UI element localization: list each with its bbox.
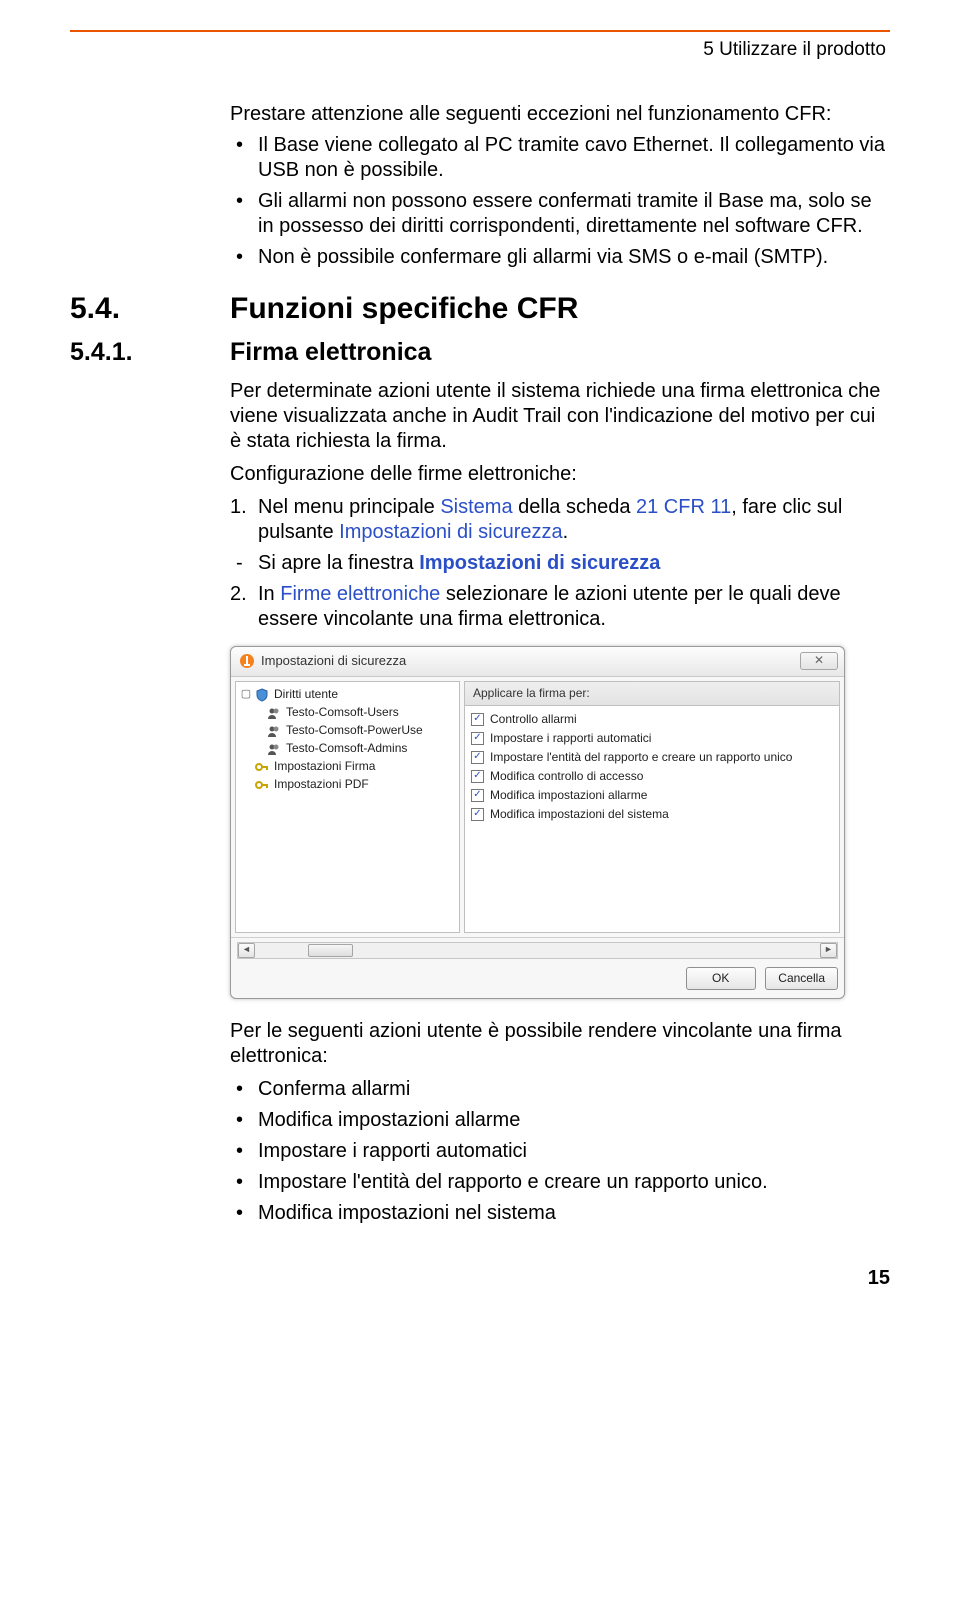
text: della scheda <box>513 496 636 518</box>
text: . <box>563 521 569 543</box>
dialog-bottom: ◄ ► OK Cancella <box>231 937 844 998</box>
collapse-icon[interactable]: ▢ <box>240 688 252 702</box>
page: 5 Utilizzare il prodotto Prestare attenz… <box>0 0 960 1331</box>
section-5-4-1: 5.4.1. Firma elettronica <box>70 337 890 368</box>
users-icon <box>266 705 282 721</box>
ok-button[interactable]: OK <box>686 967 756 990</box>
users-icon <box>266 741 282 757</box>
shield-icon <box>254 687 270 703</box>
chapter-header: 5 Utilizzare il prodotto <box>70 38 890 62</box>
intro-block: Prestare attenzione alle seguenti eccezi… <box>230 102 890 270</box>
tree-item[interactable]: Testo-Comsoft-Admins <box>238 740 457 758</box>
tree-label: Testo-Comsoft-Users <box>286 705 399 720</box>
header-rule <box>70 30 890 32</box>
checkbox-row[interactable]: ✓ Impostare l'entità del rapporto e crear… <box>471 748 833 767</box>
section-body: Per determinate azioni utente il sistema… <box>230 379 890 1226</box>
text: Si apre la finestra <box>258 552 419 574</box>
intro-bullet: Il Base viene collegato al PC tramite ca… <box>230 133 890 183</box>
dialog-titlebar[interactable]: Impostazioni di sicurezza ✕ <box>231 647 844 677</box>
checkbox-label: Modifica impostazioni allarme <box>490 788 647 803</box>
tree-label: Testo-Comsoft-Admins <box>286 741 407 756</box>
step-2: 2. In Firme elettroniche selezionare le … <box>230 582 890 632</box>
key-icon <box>254 759 270 775</box>
step-number: 1. <box>230 495 247 520</box>
checkbox-row[interactable]: ✓ Impostare i rapporti automatici <box>471 729 833 748</box>
section-number: 5.4.1. <box>70 337 230 368</box>
tree-label: Impostazioni Firma <box>274 759 375 774</box>
step-1: 1. Nel menu principale Sistema della sch… <box>230 495 890 545</box>
text: In <box>258 583 280 605</box>
intro-bullet: Non è possibile confermare gli allarmi v… <box>230 245 890 270</box>
after-bullet: Conferma allarmi <box>230 1077 890 1102</box>
ui-ref: Impostazioni di sicurezza <box>419 552 660 574</box>
checkbox-row[interactable]: ✓ Modifica impostazioni del sistema <box>471 805 833 824</box>
right-header: Applicare la firma per: <box>464 681 840 706</box>
scrollbar[interactable]: ◄ ► <box>237 942 838 959</box>
close-button[interactable]: ✕ <box>800 652 838 670</box>
checkbox-icon[interactable]: ✓ <box>471 789 484 802</box>
app-logo-icon <box>239 653 255 669</box>
intro-bullet: Gli allarmi non possono essere confermat… <box>230 189 890 239</box>
security-settings-dialog: Impostazioni di sicurezza ✕ ▢ Diritti ut… <box>230 646 845 999</box>
paragraph: Per determinate azioni utente il sistema… <box>230 379 890 454</box>
after-bullet: Impostare l'entità del rapporto e creare… <box>230 1170 890 1195</box>
button-row: OK Cancella <box>237 967 838 990</box>
after-bullet: Modifica impostazioni nel sistema <box>230 1201 890 1226</box>
intro-bullets: Il Base viene collegato al PC tramite ca… <box>230 133 890 270</box>
section-title: Funzioni specifiche CFR <box>230 290 578 328</box>
after-bullet: Modifica impostazioni allarme <box>230 1108 890 1133</box>
checkbox-label: Controllo allarmi <box>490 712 577 727</box>
right-pane: Applicare la firma per: ✓ Controllo allar… <box>464 681 840 933</box>
checkbox-row[interactable]: ✓ Controllo allarmi <box>471 710 833 729</box>
users-icon <box>266 723 282 739</box>
intro-lead: Prestare attenzione alle seguenti eccezi… <box>230 102 890 127</box>
step-number: 2. <box>230 582 247 607</box>
after-bullets: Conferma allarmi Modifica impostazioni a… <box>230 1077 890 1226</box>
steps-list-cont: 2. In Firme elettroniche selezionare le … <box>230 582 890 632</box>
checkbox-label: Modifica impostazioni del sistema <box>490 807 669 822</box>
checkbox-icon[interactable]: ✓ <box>471 732 484 745</box>
tree-item[interactable]: Testo-Comsoft-PowerUse <box>238 722 457 740</box>
checkbox-row[interactable]: ✓ Modifica impostazioni allarme <box>471 786 833 805</box>
checkbox-label: Impostare i rapporti automatici <box>490 731 651 746</box>
dialog-body: ▢ Diritti utente Testo-Comsoft-Users Tes… <box>231 677 844 937</box>
text: Nel menu principale <box>258 496 440 518</box>
tree-label: Impostazioni PDF <box>274 777 369 792</box>
tree-item-signature[interactable]: Impostazioni Firma <box>238 758 457 776</box>
tree-root[interactable]: ▢ Diritti utente <box>238 686 457 704</box>
section-5-4: 5.4. Funzioni specifiche CFR <box>70 290 890 328</box>
ui-ref: Firme elettroniche <box>280 583 440 605</box>
checkbox-list: ✓ Controllo allarmi ✓ Impostare i rapporti… <box>464 706 840 933</box>
ui-ref: 21 CFR 11 <box>636 496 731 518</box>
tree-pane[interactable]: ▢ Diritti utente Testo-Comsoft-Users Tes… <box>235 681 460 933</box>
after-lead: Per le seguenti azioni utente è possibil… <box>230 1019 890 1069</box>
result-item: Si apre la finestra Impostazioni di sicu… <box>230 551 890 576</box>
section-number: 5.4. <box>70 290 230 328</box>
paragraph: Configurazione delle firme elettroniche: <box>230 462 890 487</box>
section-title: Firma elettronica <box>230 337 431 368</box>
scroll-thumb[interactable] <box>308 944 353 957</box>
cancel-button[interactable]: Cancella <box>765 967 838 990</box>
tree-label: Diritti utente <box>274 687 338 702</box>
tree-label: Testo-Comsoft-PowerUse <box>286 723 423 738</box>
checkbox-label: Modifica controllo di accesso <box>490 769 643 784</box>
after-bullet: Impostare i rapporti automatici <box>230 1139 890 1164</box>
ui-ref: Sistema <box>440 496 512 518</box>
scroll-left-icon[interactable]: ◄ <box>238 943 255 958</box>
checkbox-icon[interactable]: ✓ <box>471 770 484 783</box>
dialog-title: Impostazioni di sicurezza <box>261 653 406 669</box>
steps-list: 1. Nel menu principale Sistema della sch… <box>230 495 890 545</box>
page-number: 15 <box>70 1266 890 1291</box>
checkbox-row[interactable]: ✓ Modifica controllo di accesso <box>471 767 833 786</box>
checkbox-icon[interactable]: ✓ <box>471 713 484 726</box>
ui-ref: Impostazioni di sicurezza <box>339 521 562 543</box>
scroll-right-icon[interactable]: ► <box>820 943 837 958</box>
checkbox-label: Impostare l'entità del rapporto e creare… <box>490 750 792 765</box>
close-icon: ✕ <box>814 653 824 668</box>
key-icon <box>254 777 270 793</box>
tree-item[interactable]: Testo-Comsoft-Users <box>238 704 457 722</box>
tree-item-pdf[interactable]: Impostazioni PDF <box>238 776 457 794</box>
checkbox-icon[interactable]: ✓ <box>471 808 484 821</box>
checkbox-icon[interactable]: ✓ <box>471 751 484 764</box>
